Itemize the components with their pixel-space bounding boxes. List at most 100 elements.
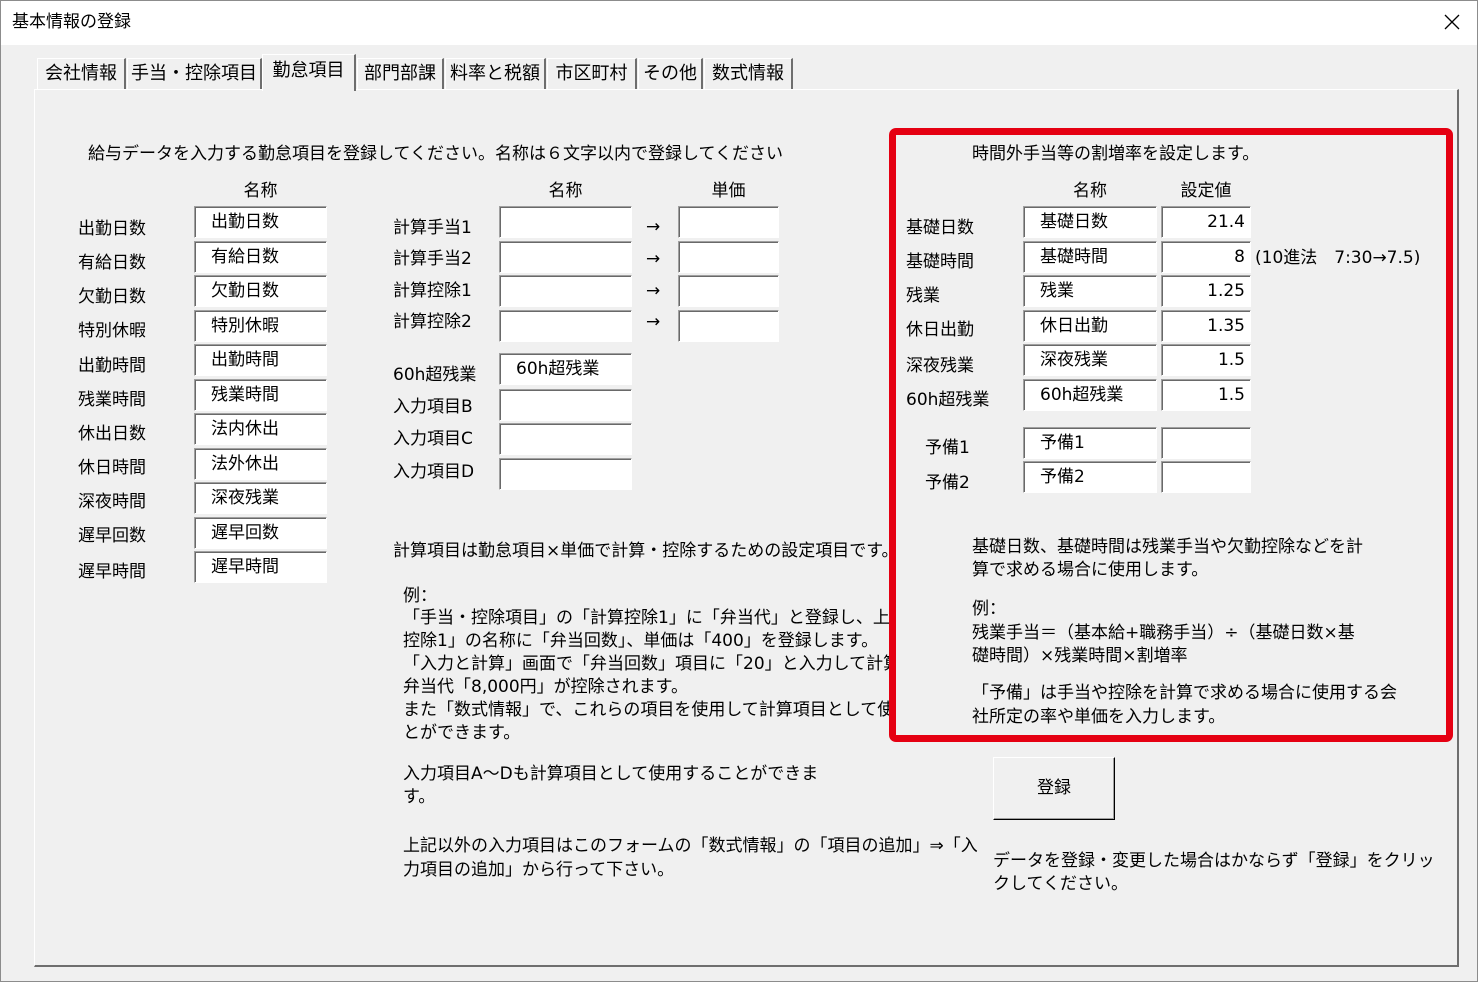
reserve-name-field[interactable]: 予備1	[1023, 427, 1157, 459]
tab-other[interactable]: その他	[638, 58, 703, 89]
attendance-item-field[interactable]: 特別休暇	[194, 310, 327, 342]
input-item-field[interactable]	[499, 423, 632, 455]
attendance-item-label: 休日時間	[78, 458, 146, 478]
close-button[interactable]	[1436, 8, 1468, 36]
calc-name-field[interactable]	[499, 206, 632, 238]
register-button[interactable]: 登録	[993, 757, 1115, 820]
input-item-field[interactable]	[499, 458, 632, 490]
other-note-line: 力項目の追加」から行って下さい。	[403, 860, 675, 880]
rate-label: 基礎時間	[906, 252, 974, 272]
attendance-item-field[interactable]: 遅早回数	[194, 517, 327, 549]
tab-formula-info[interactable]: 数式情報	[704, 58, 793, 89]
attendance-item-field[interactable]: 法外休出	[194, 448, 327, 480]
rate-name-field[interactable]: 60h超残業	[1023, 379, 1157, 411]
input-item-field[interactable]: 60h超残業	[499, 353, 632, 385]
tab-allowance-deduction[interactable]: 手当・控除項目	[127, 58, 262, 89]
tab-company-info[interactable]: 会社情報	[37, 58, 126, 89]
attendance-item-field[interactable]: 欠勤日数	[194, 275, 327, 307]
example-line: 「手当・控除項目」の「計算控除1」に「弁当代」と登録し、上記「計算	[403, 608, 958, 628]
calc-price-field[interactable]	[678, 275, 779, 307]
formula-line: 残業手当＝（基本給+職務手当）÷（基礎日数×基	[972, 623, 1355, 643]
input-item-label: 入力項目C	[393, 429, 473, 449]
example-line: 「入力と計算」画面で「弁当回数」項目に「20」と入力して計算すると、	[403, 654, 968, 674]
input-item-field[interactable]	[499, 389, 632, 421]
example-line: とができます。	[403, 723, 521, 743]
rate-value-field[interactable]: 1.5	[1161, 344, 1251, 376]
register-hint-line: データを登録・変更した場合はかならず「登録」をクリッ	[993, 851, 1435, 871]
reserve-note-line: 「予備」は手当や控除を計算で求める場合に使用する会	[972, 683, 1397, 703]
input-item-label: 入力項目D	[393, 462, 475, 482]
arrow-icon: →	[646, 249, 661, 269]
example-label: 例：	[403, 586, 437, 606]
rate-name-field[interactable]: 深夜残業	[1023, 344, 1157, 376]
rate-label: 残業	[906, 286, 940, 306]
attendance-name-header: 名称	[243, 181, 278, 201]
arrow-icon: →	[646, 281, 661, 301]
attendance-item-label: 有給日数	[78, 253, 146, 273]
rates-value-header: 設定値	[1180, 181, 1232, 201]
calc-price-header: 単価	[711, 181, 746, 201]
rates-intro: 時間外手当等の割増率を設定します。	[972, 144, 1260, 164]
tab-departments[interactable]: 部門部課	[357, 58, 444, 89]
rate-name-field[interactable]: 休日出勤	[1023, 310, 1157, 342]
overtime-rate-panel: 時間外手当等の割増率を設定します。 名称 設定値 基礎日数 基礎日数 21.4 …	[889, 128, 1453, 742]
formula-line: 礎時間）×残業時間×割増率	[972, 646, 1188, 666]
attendance-item-label: 遅早時間	[78, 562, 146, 582]
rate-name-field[interactable]: 基礎日数	[1023, 206, 1157, 238]
calc-price-field[interactable]	[678, 241, 779, 273]
attendance-item-label: 特別休暇	[78, 321, 146, 341]
calc-row-label: 計算手当1	[393, 218, 472, 238]
tab-rates-taxes[interactable]: 料率と税額	[445, 58, 546, 89]
calc-note: 計算項目は勤怠項目×単価で計算・控除するための設定項目です。	[393, 541, 899, 561]
close-icon	[1444, 14, 1460, 30]
reserve-note-line: 社所定の率や単価を入力します。	[972, 707, 1226, 727]
base-hours-hint: (10進法 7:30→7.5)	[1255, 248, 1421, 268]
attendance-item-field[interactable]: 出勤時間	[194, 344, 327, 376]
rate-value-field[interactable]: 1.35	[1161, 310, 1251, 342]
reserve-value-field[interactable]	[1161, 427, 1251, 459]
rate-value-field[interactable]: 8	[1161, 241, 1251, 273]
rate-name-field[interactable]: 残業	[1023, 275, 1157, 307]
calc-price-field[interactable]	[678, 310, 779, 342]
rate-value-field[interactable]: 1.25	[1161, 275, 1251, 307]
title-bar: 基本情報の登録	[0, 0, 1478, 45]
basis-note-line: 基礎日数、基礎時間は残業手当や欠勤控除などを計	[972, 537, 1363, 557]
arrow-icon: →	[646, 217, 661, 237]
window-title: 基本情報の登録	[12, 12, 131, 32]
example-line: 弁当代「8,000円」が控除されます。	[403, 677, 688, 697]
calc-name-field[interactable]	[499, 275, 632, 307]
tab-municipalities[interactable]: 市区町村	[547, 58, 637, 89]
calc-price-field[interactable]	[678, 206, 779, 238]
calc-row-label: 計算手当2	[393, 249, 472, 269]
rate-label: 基礎日数	[906, 218, 974, 238]
rate-name-field[interactable]: 基礎時間	[1023, 241, 1157, 273]
attendance-item-field[interactable]: 法内休出	[194, 413, 327, 445]
attendance-item-label: 出勤日数	[78, 219, 146, 239]
attendance-item-field[interactable]: 遅早時間	[194, 551, 327, 583]
other-note-line: 上記以外の入力項目はこのフォームの「数式情報」の「項目の追加」⇒「入	[403, 836, 978, 856]
register-hint-line: クしてください。	[993, 874, 1128, 894]
reserve-label: 予備2	[925, 473, 970, 493]
attendance-item-label: 遅早回数	[78, 526, 146, 546]
attendance-item-field[interactable]: 有給日数	[194, 241, 327, 273]
attendance-item-field[interactable]: 深夜残業	[194, 482, 327, 514]
attendance-item-label: 残業時間	[78, 390, 146, 410]
calc-name-field[interactable]	[499, 241, 632, 273]
inputs-note-line: 入力項目A～Dも計算項目として使用することができま	[403, 764, 819, 784]
attendance-item-label: 深夜時間	[78, 492, 146, 512]
rate-value-field[interactable]: 21.4	[1161, 206, 1251, 238]
calc-row-label: 計算控除1	[393, 281, 472, 301]
attendance-item-field[interactable]: 残業時間	[194, 379, 327, 411]
attendance-item-field[interactable]: 出勤日数	[194, 206, 327, 238]
reserve-label: 予備1	[925, 438, 970, 458]
reserve-value-field[interactable]	[1161, 461, 1251, 493]
inputs-note-line: す。	[403, 787, 436, 807]
calc-name-header: 名称	[548, 181, 583, 201]
arrow-icon: →	[646, 312, 661, 332]
calc-name-field[interactable]	[499, 310, 632, 342]
tab-attendance[interactable]: 勤怠項目	[262, 54, 356, 91]
example-line: また「数式情報」で、これらの項目を使用して計算項目として使用するこ	[403, 700, 963, 720]
reserve-name-field[interactable]: 予備2	[1023, 461, 1157, 493]
rate-label: 深夜残業	[906, 356, 974, 376]
rate-value-field[interactable]: 1.5	[1161, 379, 1251, 411]
